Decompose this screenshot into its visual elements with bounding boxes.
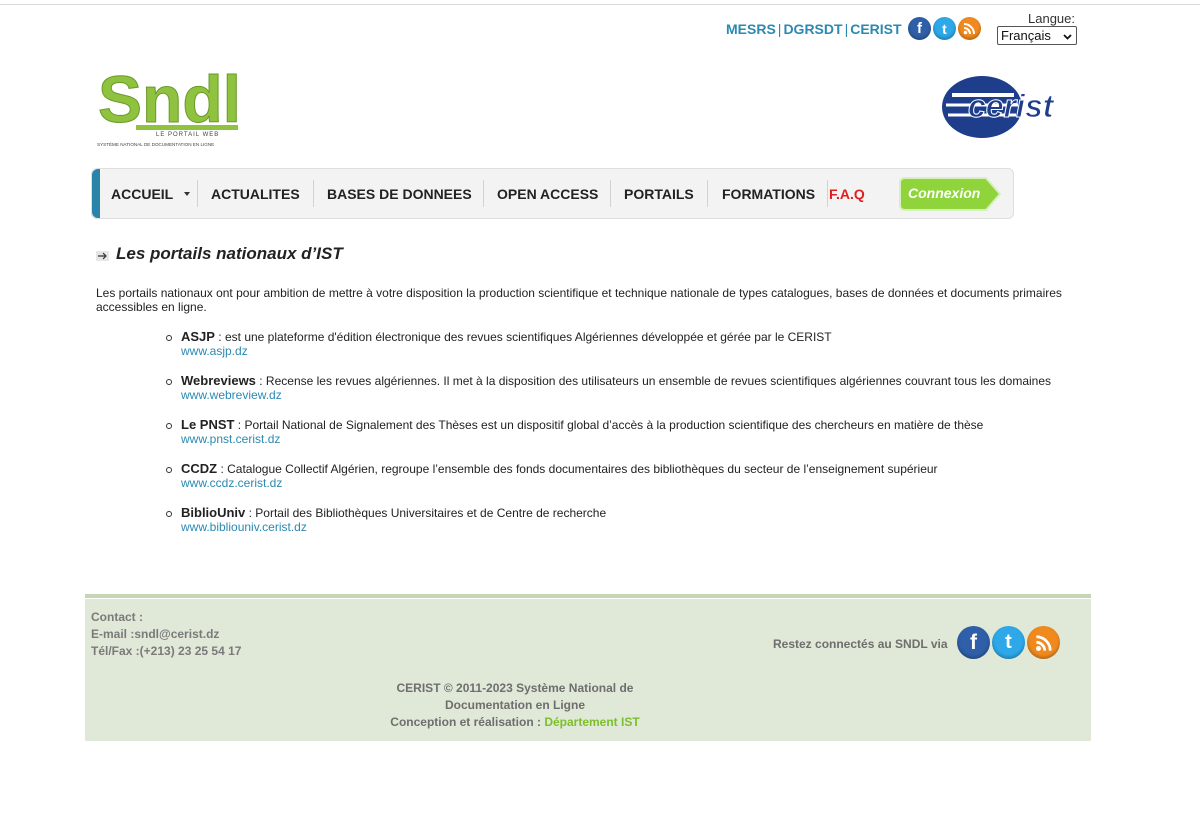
connexion-label: Connexion — [908, 185, 981, 201]
nav-actualites[interactable]: ACTUALITES — [211, 169, 300, 218]
portal-desc: : est une plateforme d'édition électroni… — [214, 330, 832, 344]
portal-list: ASJP : est une plateforme d'édition élec… — [166, 330, 1066, 534]
contact-email: E-mail :sndl@cerist.dz — [91, 627, 220, 641]
nav-divider — [197, 180, 198, 207]
portal-link[interactable]: www.asjp.dz — [181, 344, 1066, 358]
svg-text:SYSTÈME NATIONAL DE DOCUMENTAT: SYSTÈME NATIONAL DE DOCUMENTATION EN LIG… — [97, 141, 214, 147]
departement-link[interactable]: Département IST — [544, 715, 639, 729]
link-separator: | — [844, 21, 849, 37]
social-icons-footer: f t — [957, 626, 1060, 659]
list-item: CCDZ : Catalogue Collectif Algérien, reg… — [166, 462, 1066, 490]
main-navigation: ACCUEIL ACTUALITES BASES DE DONNEES OPEN… — [91, 168, 1014, 219]
nav-accueil-label: ACCUEIL — [111, 185, 174, 202]
portal-name: BiblioUniv — [181, 505, 246, 520]
language-value: Français — [1001, 28, 1051, 43]
intro-text: Les portails nationaux ont pour ambition… — [96, 286, 1062, 314]
footer-border — [85, 594, 1091, 599]
copyright: CERIST © 2011-2023 Système National de D… — [365, 680, 665, 731]
nav-divider — [827, 180, 828, 207]
list-item: Le PNST : Portail National de Signalemen… — [166, 418, 1066, 446]
connexion-button[interactable]: Connexion — [898, 177, 1002, 211]
top-border — [0, 4, 1200, 5]
nav-open-access[interactable]: OPEN ACCESS — [497, 169, 598, 218]
portal-name: ASJP — [181, 329, 215, 344]
link-separator: | — [777, 21, 782, 37]
section-title: Les portails nationaux d’IST — [96, 244, 343, 264]
arrow-right-icon — [96, 250, 109, 261]
portal-desc: : Portail National de Signalement des Th… — [234, 418, 984, 432]
twitter-icon[interactable]: t — [933, 17, 956, 40]
svg-text:LE PORTAIL WEB: LE PORTAIL WEB — [156, 132, 219, 138]
nav-divider — [483, 180, 484, 207]
portal-desc: : Catalogue Collectif Algérien, regroupe… — [217, 462, 938, 476]
footer: Contact : E-mail :sndl@cerist.dz Tél/Fax… — [85, 594, 1091, 741]
facebook-icon[interactable]: f — [957, 626, 990, 659]
portal-link[interactable]: www.bibliouniv.cerist.dz — [181, 520, 1066, 534]
dgrsdt-link[interactable]: DGRSDT — [783, 21, 842, 37]
social-icons-top: f t — [908, 17, 981, 41]
restez-connectes: Restez connectés au SNDL via — [773, 637, 948, 651]
portal-desc: : Portail des Bibliothèques Universitair… — [245, 506, 607, 520]
conception-label: Conception et réalisation : — [390, 715, 545, 729]
language-select[interactable]: Français — [997, 26, 1077, 45]
portal-link[interactable]: www.webreview.dz — [181, 388, 1066, 402]
language-label: Langue: — [1028, 11, 1075, 26]
caret-down-icon — [184, 191, 191, 196]
mesrs-link[interactable]: MESRS — [726, 21, 776, 37]
contact-phone: Tél/Fax :(+213) 23 25 54 17 — [91, 644, 242, 658]
copyright-text: CERIST © 2011-2023 Système National de D… — [396, 681, 634, 712]
nav-divider — [313, 180, 314, 207]
portal-link[interactable]: www.pnst.cerist.dz — [181, 432, 1066, 446]
nav-divider — [707, 180, 708, 207]
footer-contact: Contact : E-mail :sndl@cerist.dz Tél/Fax… — [91, 609, 241, 660]
nav-formations[interactable]: FORMATIONS — [722, 169, 815, 218]
sndl-logo[interactable]: Sndl LE PORTAIL WEB SYSTÈME NATIONAL DE … — [96, 62, 242, 150]
nav-accueil[interactable]: ACCUEIL — [111, 169, 191, 218]
section-title-text: Les portails nationaux d’IST — [116, 244, 343, 263]
nav-accent — [92, 169, 100, 218]
portal-link[interactable]: www.ccdz.cerist.dz — [181, 476, 1066, 490]
rss-icon[interactable] — [1027, 626, 1060, 659]
nav-faq[interactable]: F.A.Q — [829, 169, 865, 218]
twitter-icon[interactable]: t — [992, 626, 1025, 659]
rss-icon[interactable] — [958, 17, 981, 40]
nav-bases-de-donnees[interactable]: BASES DE DONNEES — [327, 169, 472, 218]
cerist-logo[interactable]: cerist — [938, 73, 1080, 139]
portal-name: CCDZ — [181, 461, 218, 476]
list-item: BiblioUniv : Portail des Bibliothèques U… — [166, 506, 1066, 534]
portal-name: Le PNST — [181, 417, 235, 432]
cerist-link[interactable]: CERIST — [850, 21, 901, 37]
top-links: MESRS | DGRSDT | CERIST — [726, 21, 902, 37]
nav-divider — [610, 180, 611, 207]
list-item: ASJP : est une plateforme d'édition élec… — [166, 330, 1066, 358]
nav-portails[interactable]: PORTAILS — [624, 169, 694, 218]
list-item: Webreviews : Recense les revues algérien… — [166, 374, 1066, 402]
facebook-icon[interactable]: f — [908, 17, 931, 40]
portal-name: Webreviews — [181, 373, 256, 388]
contact-label: Contact : — [91, 610, 143, 624]
svg-text:cerist: cerist — [968, 88, 1055, 124]
portal-desc: : Recense les revues algériennes. Il met… — [255, 374, 1052, 388]
chevron-down-icon — [1063, 28, 1072, 43]
